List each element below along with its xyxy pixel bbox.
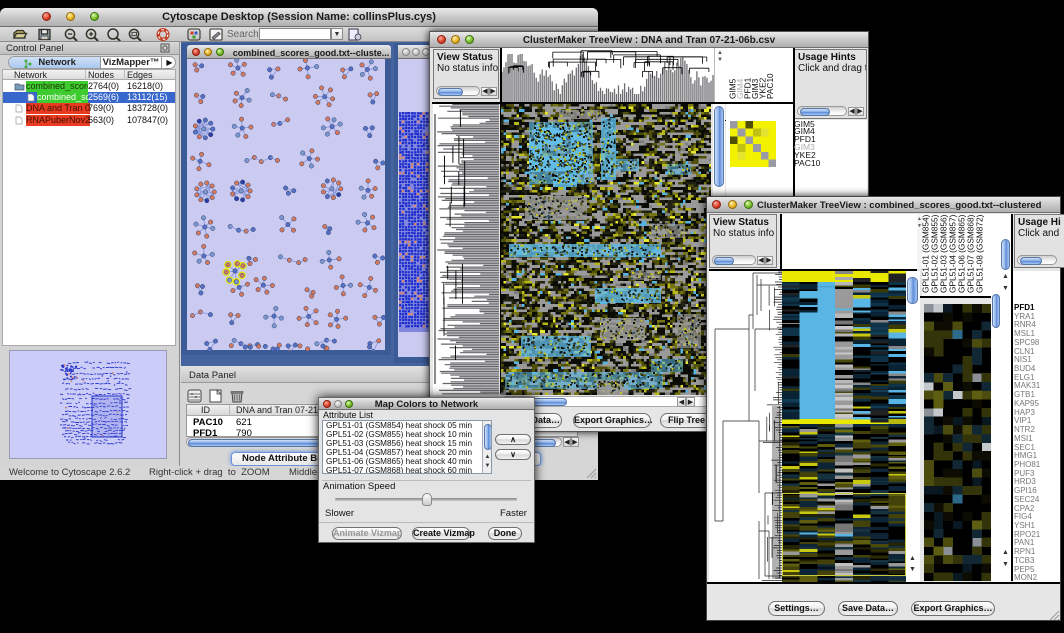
svg-text:GPL51-08 (GSM872): GPL51-08 (GSM872) [975,214,985,293]
svg-text:PAC10: PAC10 [765,73,775,99]
